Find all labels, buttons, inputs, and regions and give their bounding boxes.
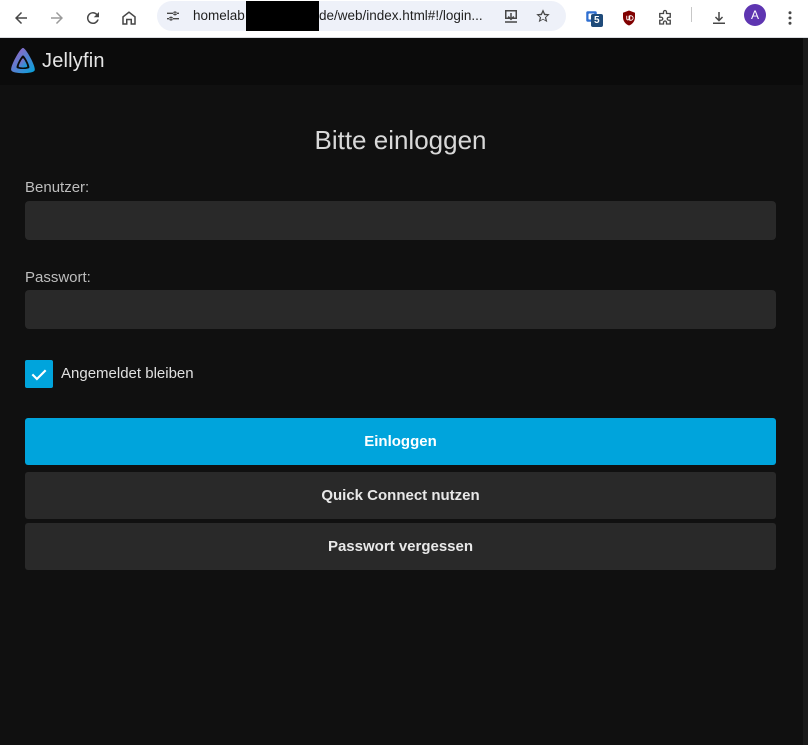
username-input[interactable] <box>25 201 776 240</box>
star-icon[interactable] <box>533 6 553 26</box>
kebab-menu-icon[interactable] <box>776 4 804 32</box>
redacted-block <box>246 1 319 31</box>
extension-badge: 5 <box>591 14 603 27</box>
forgot-password-button[interactable]: Passwort vergessen <box>25 523 776 570</box>
profile-avatar[interactable]: A <box>744 4 766 26</box>
reload-icon <box>86 12 99 25</box>
username-label: Benutzer: <box>25 179 90 196</box>
checkmark-icon <box>31 369 47 381</box>
page-scrollbar[interactable] <box>803 38 808 745</box>
remember-me-checkbox[interactable] <box>25 360 53 388</box>
toolbar-divider <box>691 7 692 22</box>
quick-connect-button[interactable]: Quick Connect nutzen <box>25 472 776 519</box>
url-text-end: de/web/index.html#!/login... <box>319 8 483 23</box>
jellyfin-logo-icon[interactable] <box>8 46 38 76</box>
password-input[interactable] <box>25 290 776 329</box>
arrow-right-icon <box>51 12 63 24</box>
downloads-icon[interactable] <box>705 4 733 32</box>
login-page: Bitte einloggen Benutzer: Passwort: Ange… <box>0 85 803 745</box>
home-icon <box>122 11 136 25</box>
back-button[interactable] <box>7 4 35 32</box>
remember-me-label[interactable]: Angemeldet bleiben <box>61 365 194 382</box>
login-button[interactable]: Einloggen <box>25 418 776 465</box>
reload-button[interactable] <box>79 4 107 32</box>
url-text-start: homelab <box>193 8 245 23</box>
home-button[interactable] <box>115 4 143 32</box>
app-header: Jellyfin <box>0 38 803 85</box>
forward-button[interactable] <box>43 4 71 32</box>
install-app-icon[interactable] <box>501 6 521 26</box>
password-label: Passwort: <box>25 269 91 286</box>
page-title: Bitte einloggen <box>314 125 487 155</box>
arrow-left-icon <box>15 12 27 24</box>
browser-toolbar: homelab de/web/index.html#!/login... 5 A <box>0 0 808 38</box>
site-info-icon[interactable] <box>163 6 183 26</box>
ublock-origin-icon[interactable] <box>615 4 643 32</box>
extensions-puzzle-icon[interactable] <box>651 4 679 32</box>
address-bar[interactable]: homelab de/web/index.html#!/login... <box>157 1 566 31</box>
app-name[interactable]: Jellyfin <box>42 50 105 73</box>
